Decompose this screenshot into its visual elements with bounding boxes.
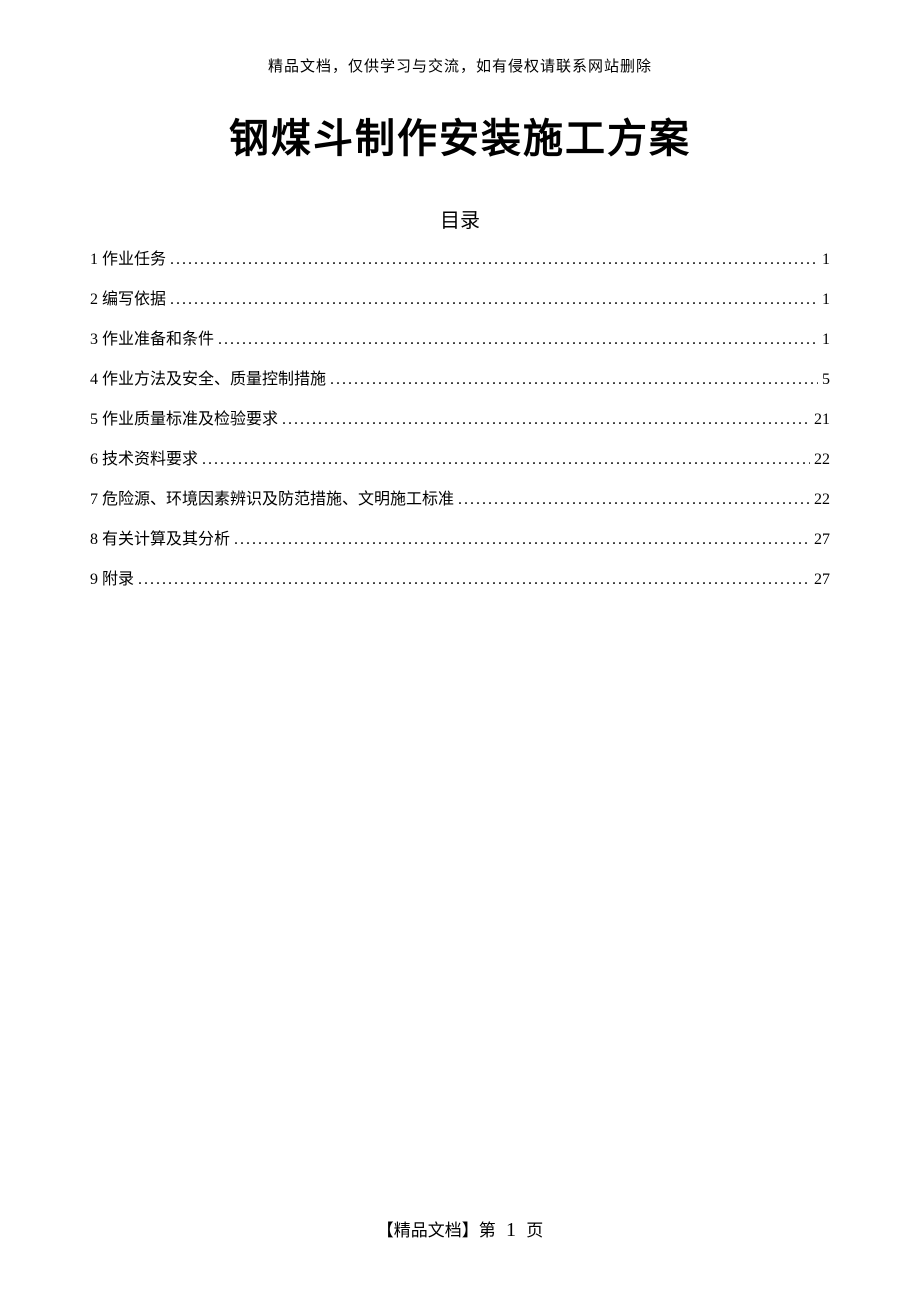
header-notice: 精品文档，仅供学习与交流，如有侵权请联系网站删除 xyxy=(90,55,830,76)
toc-item-label: 3 作业准备和条件 xyxy=(90,328,214,352)
toc-item: 8 有关计算及其分析 27 xyxy=(90,528,830,552)
toc-item: 7 危险源、环境因素辨识及防范措施、文明施工标准 22 xyxy=(90,488,830,512)
toc-dots xyxy=(282,408,810,432)
toc-item-label: 4 作业方法及安全、质量控制措施 xyxy=(90,368,326,392)
toc-item-label: 7 危险源、环境因素辨识及防范措施、文明施工标准 xyxy=(90,488,454,512)
toc-dots xyxy=(170,288,818,312)
toc-item-page: 27 xyxy=(814,568,830,592)
toc-item-label: 1 作业任务 xyxy=(90,248,166,272)
toc-item-page: 1 xyxy=(822,328,830,352)
toc-item-label: 8 有关计算及其分析 xyxy=(90,528,230,552)
toc-list: 1 作业任务 1 2 编写依据 1 3 作业准备和条件 1 4 作业方法及安全、… xyxy=(90,248,830,592)
toc-heading: 目录 xyxy=(90,204,830,233)
toc-dots xyxy=(202,448,810,472)
toc-dots xyxy=(138,568,810,592)
toc-item-page: 5 xyxy=(822,368,830,392)
toc-dots xyxy=(234,528,810,552)
footer-suffix: 页 xyxy=(526,1221,543,1240)
toc-item-page: 27 xyxy=(814,528,830,552)
toc-dots xyxy=(330,368,818,392)
toc-item: 9 附录 27 xyxy=(90,568,830,592)
toc-dots xyxy=(170,248,818,272)
toc-item-page: 1 xyxy=(822,248,830,272)
document-title: 钢煤斗制作安装施工方案 xyxy=(90,106,830,164)
toc-item: 5 作业质量标准及检验要求 21 xyxy=(90,408,830,432)
toc-item-page: 1 xyxy=(822,288,830,312)
page-footer: 【精品文档】第 1 页 xyxy=(0,1216,920,1242)
toc-item-label: 2 编写依据 xyxy=(90,288,166,312)
toc-item-label: 6 技术资料要求 xyxy=(90,448,198,472)
toc-item-label: 9 附录 xyxy=(90,568,134,592)
toc-item: 1 作业任务 1 xyxy=(90,248,830,272)
toc-item-page: 22 xyxy=(814,488,830,512)
toc-dots xyxy=(218,328,818,352)
toc-item: 6 技术资料要求 22 xyxy=(90,448,830,472)
toc-dots xyxy=(458,488,810,512)
toc-item: 2 编写依据 1 xyxy=(90,288,830,312)
footer-page-number: 1 xyxy=(506,1219,516,1241)
toc-item: 3 作业准备和条件 1 xyxy=(90,328,830,352)
toc-item-page: 21 xyxy=(814,408,830,432)
toc-item-page: 22 xyxy=(814,448,830,472)
toc-item-label: 5 作业质量标准及检验要求 xyxy=(90,408,278,432)
toc-item: 4 作业方法及安全、质量控制措施 5 xyxy=(90,368,830,392)
footer-prefix: 【精品文档】第 xyxy=(377,1221,496,1240)
